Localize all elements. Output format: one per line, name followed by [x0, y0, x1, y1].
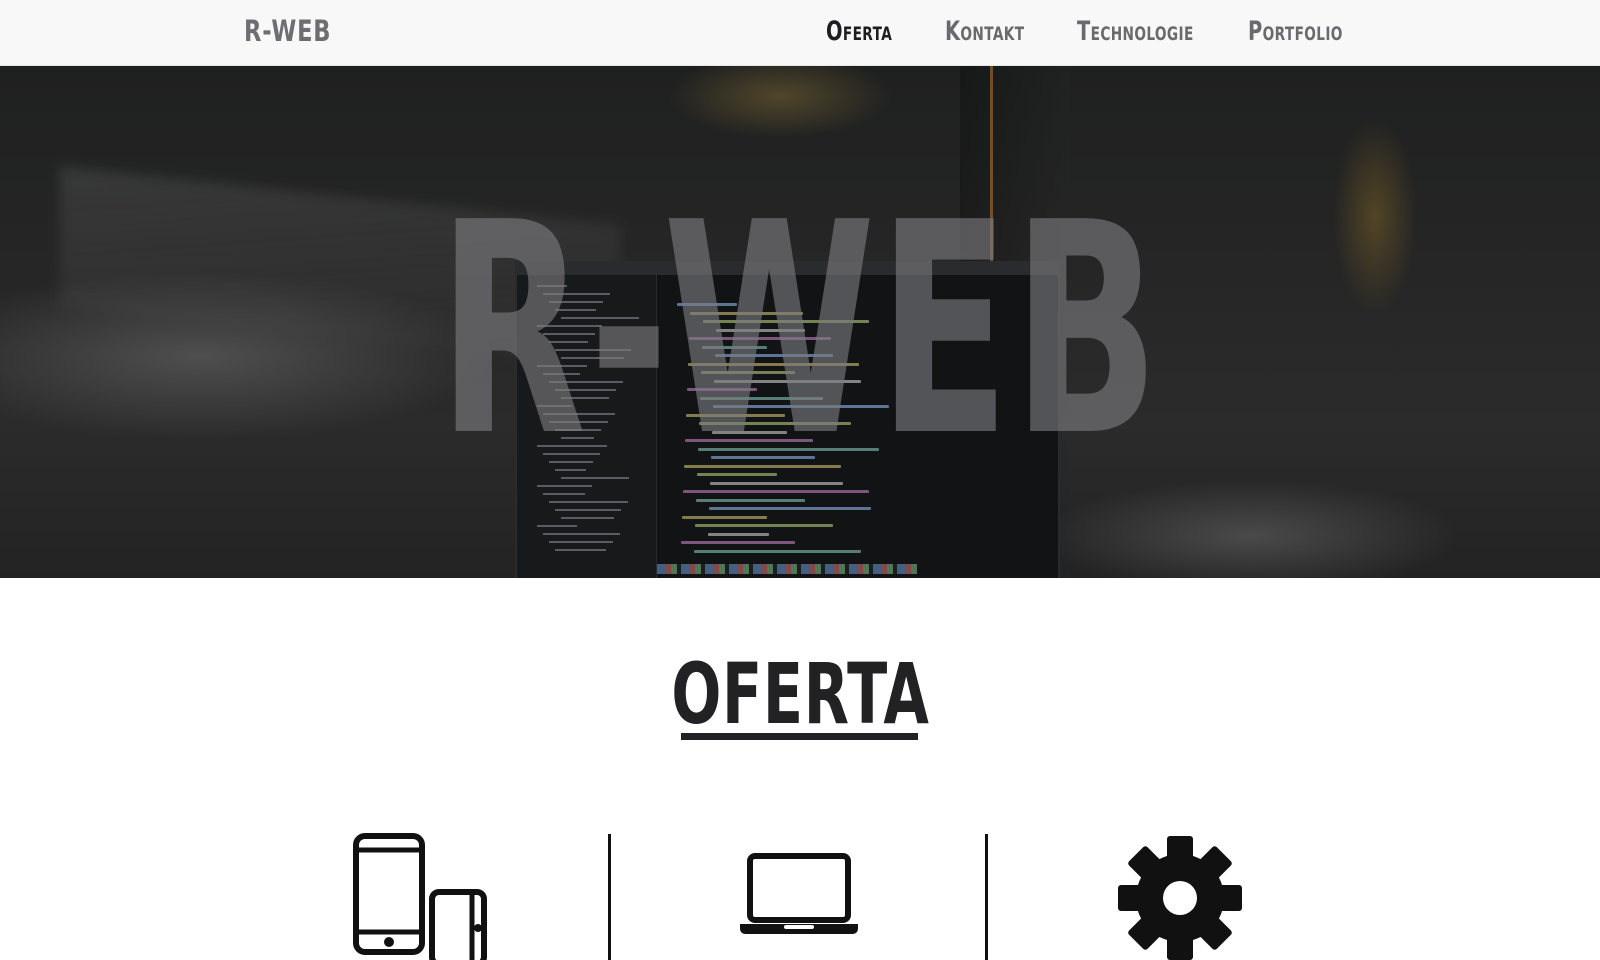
nav-link-portfolio[interactable]: Portfolio	[1248, 16, 1343, 47]
nav-link-technologie[interactable]: Technologie	[1077, 16, 1194, 47]
mobile-devices-icon	[353, 833, 487, 960]
screen-texture-line	[543, 533, 620, 535]
screen-texture-line	[681, 541, 795, 544]
feature-divider	[985, 834, 988, 960]
screen-texture-line	[549, 541, 613, 543]
screen-texture-line	[695, 524, 833, 527]
feature-divider	[608, 834, 611, 960]
screen-texture-line	[555, 549, 606, 551]
screen-texture-line	[708, 532, 769, 536]
screen-dock	[657, 564, 917, 574]
screen-texture-line	[709, 507, 871, 510]
section-title-text: OFERTA	[670, 645, 930, 743]
screen-texture-line	[561, 517, 614, 519]
hero-banner: R-WEB	[0, 66, 1600, 578]
section-title-oferta: OFERTA	[0, 652, 1600, 736]
site-logo[interactable]: R-WEB	[244, 14, 331, 48]
site-header: R-WEB Oferta Kontakt Technologie Portfol…	[0, 0, 1600, 66]
section-title-underline	[681, 733, 918, 740]
gear-icon	[1118, 836, 1242, 960]
nav-link-oferta[interactable]: Oferta	[826, 16, 892, 47]
screen-texture-line	[555, 509, 621, 511]
hero-title: R-WEB	[437, 160, 1163, 500]
screen-texture-line	[537, 525, 577, 527]
screen-texture-line	[682, 515, 767, 519]
screen-texture-line	[549, 501, 628, 503]
screen-texture-line	[694, 549, 861, 553]
nav-link-kontakt[interactable]: Kontakt	[945, 16, 1024, 47]
laptop-icon	[740, 853, 858, 934]
